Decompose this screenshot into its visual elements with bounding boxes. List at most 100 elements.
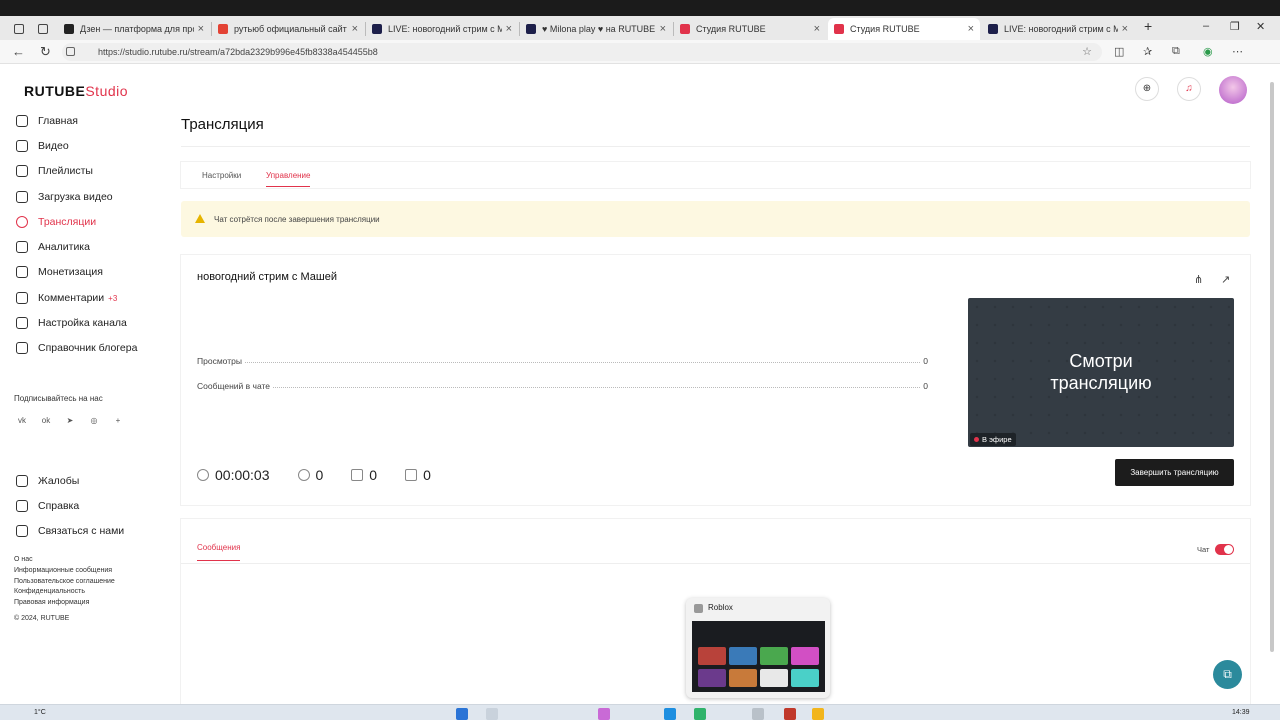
help-icon bbox=[16, 500, 28, 512]
logo-brand: RUTUBE bbox=[24, 83, 86, 99]
tab-favicon-icon bbox=[526, 24, 536, 34]
folder-icon[interactable] bbox=[812, 708, 824, 720]
scrollbar-thumb[interactable] bbox=[1270, 82, 1274, 652]
close-tab-icon[interactable]: × bbox=[352, 23, 358, 35]
divider bbox=[181, 146, 1250, 147]
open-external-icon[interactable]: ↗ bbox=[1221, 273, 1230, 286]
sidebar-item-complaints[interactable]: Жалобы bbox=[16, 471, 79, 491]
search-icon[interactable] bbox=[486, 708, 498, 720]
new-tab-plus-icon[interactable]: + bbox=[1144, 18, 1152, 34]
browser-tab[interactable]: рутьюб официальный сайт — × bbox=[212, 18, 364, 40]
sidebar-item-comments[interactable]: Комментарии +3 bbox=[16, 288, 117, 308]
bell-icon[interactable]: ♫ bbox=[1177, 77, 1201, 101]
sidebar-item-home[interactable]: Главная bbox=[16, 111, 78, 131]
close-tab-icon[interactable]: × bbox=[968, 23, 974, 35]
page-scrollbar[interactable] bbox=[1268, 64, 1276, 704]
footer-link-info[interactable]: Информационные сообщения bbox=[14, 567, 112, 574]
support-chat-button[interactable]: ⧉ bbox=[1213, 660, 1242, 689]
dotted-leader bbox=[273, 387, 921, 388]
clock-time: 14:39 bbox=[1232, 709, 1250, 716]
roblox-taskbar-icon[interactable] bbox=[752, 708, 764, 720]
sidebar-item-streams[interactable]: Трансляции bbox=[16, 212, 96, 232]
minimize-icon[interactable]: – bbox=[1203, 20, 1209, 32]
sidebar-item-help[interactable]: Справка bbox=[16, 496, 79, 516]
stat-views: Просмотры 0 bbox=[197, 352, 928, 366]
sidebar-item-video[interactable]: Видео bbox=[16, 136, 69, 156]
roblox-window-preview[interactable]: Roblox bbox=[686, 598, 830, 698]
tab-actions-icon[interactable] bbox=[8, 18, 28, 40]
start-icon[interactable] bbox=[456, 708, 468, 720]
thumbs-down-icon bbox=[405, 469, 418, 481]
tab-management[interactable]: Управление bbox=[266, 171, 311, 187]
footer-link-about[interactable]: О нас bbox=[14, 556, 33, 563]
ok-icon[interactable]: ok bbox=[38, 413, 54, 429]
taskbar-app-icon[interactable] bbox=[694, 708, 706, 720]
sidebar-item-contact[interactable]: Связаться с нами bbox=[16, 521, 124, 541]
favorites-icon[interactable]: ✰ bbox=[1143, 45, 1152, 58]
browser-tab[interactable]: ♥ Milona play ♥ на RUTUBE: I × bbox=[520, 18, 672, 40]
playlist-icon bbox=[16, 165, 28, 177]
sidebar-item-analytics[interactable]: Аналитика bbox=[16, 237, 90, 257]
edge-icon[interactable] bbox=[664, 708, 676, 720]
telegram-icon[interactable]: ➤ bbox=[62, 413, 78, 429]
stream-preview[interactable]: Смотри трансляцию В эфире bbox=[968, 298, 1234, 447]
favorite-star-icon[interactable]: ☆ bbox=[1082, 43, 1092, 61]
sidebar-item-blogger-guide[interactable]: Справочник блогера bbox=[16, 338, 137, 358]
guide-icon bbox=[16, 342, 28, 354]
viber-icon[interactable]: ◎ bbox=[86, 413, 102, 429]
browser-tab[interactable]: Студия RUTUBE × bbox=[674, 18, 826, 40]
dislikes-counter: 0 bbox=[405, 467, 431, 483]
vk-icon[interactable]: vk bbox=[14, 413, 30, 429]
footer-link-privacy[interactable]: Конфиденциальность bbox=[14, 588, 85, 595]
chat-toggle-label: Чат bbox=[1197, 545, 1210, 554]
preview-text-line: трансляцию bbox=[1050, 373, 1152, 393]
sidebar-item-upload[interactable]: Загрузка видео bbox=[16, 187, 113, 207]
rutube-studio-logo[interactable]: RUTUBEStudio bbox=[24, 83, 128, 99]
close-window-icon[interactable]: ✕ bbox=[1256, 20, 1265, 33]
sidebar-item-label: Справка bbox=[38, 500, 80, 512]
restore-icon[interactable]: ❐ bbox=[1230, 20, 1240, 33]
dislikes-value: 0 bbox=[423, 467, 431, 483]
footer-link-terms[interactable]: Пользовательское соглашение bbox=[14, 578, 115, 585]
browser-tab[interactable]: Дзен — платформа для просм × bbox=[58, 18, 210, 40]
tab-settings[interactable]: Настройки bbox=[202, 171, 241, 180]
end-stream-button[interactable]: Завершить трансляцию bbox=[1115, 459, 1234, 486]
more-socials-icon[interactable]: + bbox=[110, 413, 126, 429]
reload-icon[interactable]: ↻ bbox=[40, 44, 51, 60]
back-arrow-icon[interactable]: ← bbox=[12, 44, 25, 59]
weather-temp: 1°C bbox=[34, 709, 46, 716]
share-icon[interactable]: ⋔ bbox=[1194, 273, 1203, 286]
url-field[interactable]: https://studio.rutube.ru/stream/a72bda23… bbox=[62, 43, 1102, 61]
close-tab-icon[interactable]: × bbox=[1122, 23, 1128, 35]
tab-favicon-icon bbox=[64, 24, 74, 34]
sidebar-item-label: Видео bbox=[38, 140, 69, 152]
copyright: © 2024, RUTUBE bbox=[14, 615, 70, 622]
split-screen-icon[interactable]: ◫ bbox=[1114, 45, 1124, 58]
roblox-screenshot bbox=[692, 621, 825, 692]
taskbar-app-icon[interactable] bbox=[784, 708, 796, 720]
taskbar-app-icon[interactable] bbox=[598, 708, 610, 720]
browser-tab[interactable]: LIVE: новогодний стрим с Маш × bbox=[982, 18, 1134, 40]
browser-tab-active[interactable]: Студия RUTUBE × bbox=[828, 18, 980, 40]
tab-title: Студия RUTUBE bbox=[696, 24, 766, 34]
sidebar-item-monetization[interactable]: Монетизация bbox=[16, 262, 103, 282]
tab-messages[interactable]: Сообщения bbox=[197, 543, 241, 561]
sidebar-item-playlists[interactable]: Плейлисты bbox=[16, 161, 93, 181]
tab-list-icon[interactable] bbox=[32, 18, 52, 40]
close-tab-icon[interactable]: × bbox=[198, 23, 204, 35]
menu-dots-icon[interactable]: ⋯ bbox=[1232, 45, 1243, 58]
close-tab-icon[interactable]: × bbox=[660, 23, 666, 35]
stat-chat-messages: Сообщений в чате 0 bbox=[197, 377, 928, 391]
chat-toggle[interactable] bbox=[1215, 544, 1234, 555]
close-tab-icon[interactable]: × bbox=[814, 23, 820, 35]
footer-link-legal[interactable]: Правовая информация bbox=[14, 599, 89, 606]
browser-tab[interactable]: LIVE: новогодний стрим с Маш × bbox=[366, 18, 518, 40]
avatar[interactable] bbox=[1219, 76, 1247, 104]
close-tab-icon[interactable]: × bbox=[506, 23, 512, 35]
extension-icon[interactable]: ◉ bbox=[1203, 45, 1213, 58]
collections-icon[interactable]: ⧉ bbox=[1172, 45, 1180, 58]
add-content-icon[interactable]: ⊕ bbox=[1135, 77, 1159, 101]
stream-title: новогодний стрим с Машей bbox=[197, 271, 337, 283]
sidebar-item-channel-settings[interactable]: Настройка канала bbox=[16, 313, 127, 333]
video-icon bbox=[16, 140, 28, 152]
